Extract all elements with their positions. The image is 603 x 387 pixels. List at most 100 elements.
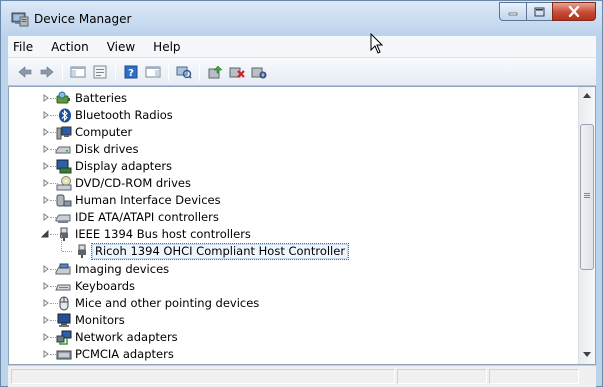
- menu-view[interactable]: View: [98, 36, 144, 58]
- tree-item-bluetooth-radios[interactable]: Bluetooth Radios: [9, 107, 579, 124]
- tree-item-ide-ata-atapi-controllers[interactable]: IDE ATA/ATAPI controllers: [9, 209, 579, 226]
- tree-item-human-interface-devices[interactable]: Human Interface Devices: [9, 192, 579, 209]
- status-pane: [489, 369, 579, 384]
- tree-item-dvd-cd-rom-drives[interactable]: DVD/CD-ROM drives: [9, 175, 579, 192]
- scroll-up-button[interactable]: [579, 87, 595, 104]
- update-driver-button[interactable]: [204, 62, 226, 82]
- tree-item-network-adapters[interactable]: Network adapters: [9, 329, 579, 346]
- imaging-device-icon: [55, 263, 71, 275]
- forward-button[interactable]: [36, 62, 58, 82]
- expand-arrow-icon[interactable]: [42, 111, 50, 119]
- menu-action[interactable]: Action: [42, 36, 98, 58]
- tree-item-display-adapters[interactable]: Display adapters: [9, 158, 579, 175]
- tree-item-label: Display adapters: [75, 159, 173, 173]
- back-button[interactable]: [14, 62, 36, 82]
- expand-arrow-icon[interactable]: [42, 162, 50, 170]
- tree-item-computer[interactable]: Computer: [9, 124, 579, 141]
- tree-item-keyboards[interactable]: Keyboards: [9, 278, 579, 295]
- close-button[interactable]: [552, 2, 596, 21]
- title-bar[interactable]: Device Manager: [1, 1, 602, 36]
- expand-arrow-icon[interactable]: [42, 350, 50, 358]
- tree-item-imaging-devices[interactable]: Imaging devices: [9, 261, 579, 278]
- network-adapter-icon: [56, 330, 72, 345]
- disable-device-button[interactable]: [248, 62, 270, 82]
- ide-controller-icon: [55, 214, 71, 223]
- menu-help[interactable]: Help: [144, 36, 189, 58]
- expand-arrow-icon[interactable]: [42, 196, 50, 204]
- scroll-down-button[interactable]: [579, 346, 595, 363]
- pcmcia-icon: [56, 350, 72, 360]
- expand-arrow-icon[interactable]: [42, 299, 50, 307]
- thumb-grip: [584, 197, 590, 198]
- tree-item-ricoh-1394-ohci-host-controller[interactable]: Ricoh 1394 OHCI Compliant Host Controlle…: [9, 235, 579, 260]
- ieee1394-icon: [60, 227, 68, 241]
- expand-arrow-icon[interactable]: [42, 282, 50, 290]
- maximize-icon: [534, 7, 545, 16]
- battery-icon: [56, 91, 70, 104]
- disk-drive-icon: [55, 146, 71, 154]
- status-pane: [11, 369, 395, 384]
- collapse-arrow-icon[interactable]: [41, 230, 49, 238]
- toolbar: ?: [8, 58, 596, 86]
- hid-icon: [56, 194, 72, 207]
- scan-hardware-button[interactable]: [173, 62, 195, 82]
- bluetooth-icon: [59, 108, 71, 123]
- expand-arrow-icon[interactable]: [42, 316, 50, 324]
- tree-item-label: Ricoh 1394 OHCI Compliant Host Controlle…: [91, 243, 350, 260]
- tree-item-label: Mice and other pointing devices: [75, 296, 260, 310]
- mouse-cursor-icon: [370, 33, 384, 54]
- expand-arrow-icon[interactable]: [42, 333, 50, 341]
- tree-item-pcmcia-adapters[interactable]: PCMCIA adapters: [9, 346, 579, 363]
- tree-item-mice-and-other-pointing-devices[interactable]: Mice and other pointing devices: [9, 295, 579, 312]
- thumb-grip: [584, 195, 590, 196]
- tree-item-label: Bluetooth Radios: [75, 108, 173, 122]
- expand-arrow-icon[interactable]: [42, 265, 50, 273]
- show-hide-console-tree-button[interactable]: [67, 62, 89, 82]
- menu-file[interactable]: File: [8, 36, 42, 58]
- status-pane: [397, 369, 487, 384]
- scroll-thumb[interactable]: [580, 124, 594, 270]
- tree-connector: [61, 235, 62, 251]
- expand-arrow-icon[interactable]: [42, 213, 50, 221]
- scroll-up-arrow-icon: [583, 93, 591, 98]
- scroll-down-arrow-icon: [583, 352, 591, 357]
- window-title: Device Manager: [34, 12, 132, 26]
- dvd-drive-icon: [56, 176, 72, 191]
- action-pane-button[interactable]: [142, 62, 164, 82]
- tree-item-label: Network adapters: [75, 330, 178, 344]
- tree-item-label: Monitors: [75, 313, 125, 327]
- monitor-icon: [57, 313, 71, 327]
- expand-arrow-icon[interactable]: [42, 94, 50, 102]
- maximize-button[interactable]: [526, 2, 552, 21]
- caption-buttons: [499, 2, 596, 22]
- tree-item-label: DVD/CD-ROM drives: [75, 176, 191, 190]
- toolbar-separator: [62, 62, 63, 81]
- minimize-button[interactable]: [499, 2, 526, 21]
- tree-item-label: Imaging devices: [75, 262, 170, 276]
- tree-item-batteries[interactable]: Batteries: [9, 90, 579, 107]
- ieee1394-icon: [78, 244, 86, 258]
- tree-item-label: Keyboards: [75, 279, 136, 293]
- svg-text:?: ?: [128, 68, 134, 79]
- uninstall-device-button[interactable]: [226, 62, 248, 82]
- tree-item-monitors[interactable]: Monitors: [9, 312, 579, 329]
- tree-item-disk-drives[interactable]: Disk drives: [9, 141, 579, 158]
- forward-icon: [40, 65, 54, 78]
- expand-arrow-icon[interactable]: [42, 179, 50, 187]
- expand-arrow-icon[interactable]: [42, 145, 50, 153]
- action-pane-icon: [145, 66, 161, 77]
- toolbar-separator: [199, 62, 200, 81]
- toolbar-separator: [168, 62, 169, 81]
- tree-item-ieee-1394-bus-host-controllers[interactable]: IEEE 1394 Bus host controllers: [9, 226, 579, 243]
- status-bar: [8, 365, 596, 387]
- device-manager-icon: [11, 12, 29, 27]
- tree-connector: [62, 251, 72, 252]
- expand-arrow-icon[interactable]: [42, 128, 50, 136]
- show-hide-console-tree-icon: [70, 66, 86, 77]
- vertical-scrollbar[interactable]: [578, 87, 595, 364]
- properties-button[interactable]: [89, 62, 111, 82]
- help-icon: ?: [124, 65, 138, 79]
- tree-item-label: PCMCIA adapters: [75, 347, 174, 361]
- mouse-icon: [59, 296, 69, 311]
- help-button[interactable]: ?: [120, 62, 142, 82]
